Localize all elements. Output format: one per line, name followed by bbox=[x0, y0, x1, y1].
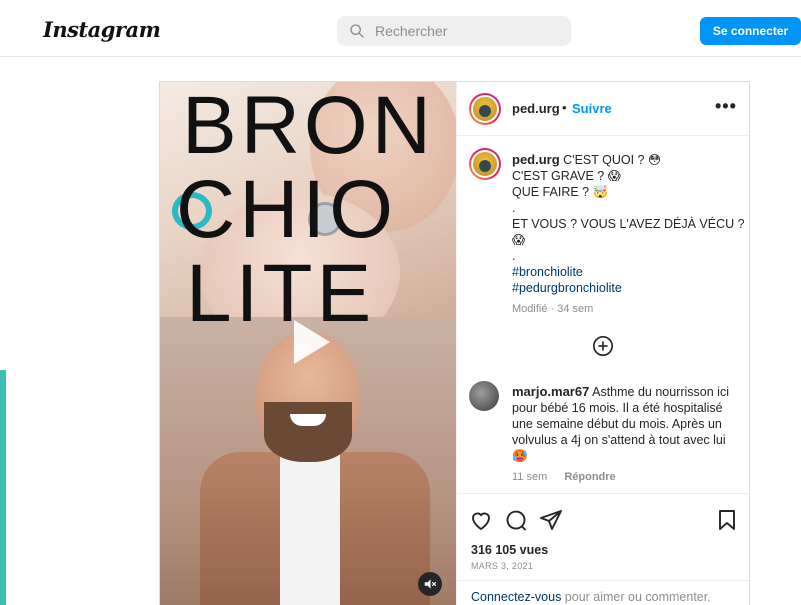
caption-timestamp: Modifié · 34 sem bbox=[512, 303, 594, 315]
login-prompt-text: pour aimer ou commenter. bbox=[561, 590, 711, 604]
caption-line: QUE FAIRE ? 🤯 bbox=[512, 185, 609, 199]
comment-meta: 11 sem Répondre bbox=[512, 471, 630, 483]
caption-username[interactable]: ped.urg bbox=[512, 152, 560, 167]
post-date: MARS 3, 2021 bbox=[471, 561, 534, 571]
search-icon bbox=[350, 24, 364, 38]
search-input[interactable] bbox=[375, 23, 555, 39]
hashtag-link[interactable]: #pedurgbronchiolite bbox=[512, 280, 740, 296]
comment-text: marjo.mar67 Asthme du nourrisson ici pou… bbox=[512, 384, 742, 464]
separator-dot: • bbox=[562, 100, 567, 115]
more-options-icon[interactable]: ••• bbox=[715, 96, 737, 117]
comment-line: Asthme du nourrisson ici bbox=[592, 385, 729, 399]
login-button[interactable]: Se connecter bbox=[700, 17, 801, 45]
bookmark-icon[interactable] bbox=[715, 508, 739, 532]
hashtag-link[interactable]: #bronchiolite bbox=[512, 264, 740, 280]
view-count: 316 105 vues bbox=[471, 543, 549, 557]
post-header: ped.urg • Suivre ••• bbox=[457, 82, 751, 136]
caption-author-avatar[interactable] bbox=[469, 148, 501, 180]
play-icon[interactable] bbox=[280, 314, 336, 370]
video-title-line: CHIO bbox=[176, 164, 397, 255]
video-title-line: BRON bbox=[182, 82, 435, 171]
comment-line: une semaine début du mois. Après un bbox=[512, 417, 722, 431]
mute-icon[interactable] bbox=[418, 572, 442, 596]
comment-line: 🥵 bbox=[512, 449, 528, 463]
commenter-avatar[interactable] bbox=[469, 381, 499, 411]
post-side-panel: ped.urg • Suivre ••• ped.urg C'EST QUOI … bbox=[456, 82, 751, 605]
post-actions bbox=[457, 493, 751, 545]
login-prompt: Connectez-vous pour aimer ou commenter. bbox=[457, 580, 751, 605]
reply-button[interactable]: Répondre bbox=[564, 471, 615, 483]
caption-line: . bbox=[512, 201, 516, 215]
commenter-username[interactable]: marjo.mar67 bbox=[512, 384, 589, 399]
caption-line: C'EST GRAVE ? 😱 bbox=[512, 169, 621, 183]
login-link[interactable]: Connectez-vous bbox=[471, 590, 561, 604]
instagram-logo[interactable]: Instagram bbox=[43, 17, 161, 42]
heart-icon[interactable] bbox=[469, 508, 493, 532]
author-username[interactable]: ped.urg bbox=[512, 101, 560, 116]
comment-line: pour bébé 16 mois. Il a été hospitalisé bbox=[512, 401, 723, 415]
author-avatar[interactable] bbox=[469, 93, 501, 125]
left-accent-bar bbox=[0, 370, 6, 605]
comment-line: volvulus a 4j on s'attend à tout avec lu… bbox=[512, 433, 726, 447]
follow-button[interactable]: Suivre bbox=[572, 101, 612, 116]
caption-line: C'EST QUOI ? 😳 bbox=[563, 153, 662, 167]
caption-line: 😱 bbox=[512, 233, 526, 247]
post-video[interactable]: BRON CHIO LITE bbox=[160, 82, 456, 605]
comment-age: 11 sem bbox=[512, 471, 548, 483]
search-box[interactable] bbox=[337, 16, 571, 46]
top-nav: Instagram Se connecter bbox=[0, 0, 801, 57]
post-container: BRON CHIO LITE ped.urg • Suivre ••• ped.… bbox=[159, 81, 751, 605]
comment-icon[interactable] bbox=[504, 508, 528, 532]
post-caption: ped.urg C'EST QUOI ? 😳 C'EST GRAVE ? 😱 Q… bbox=[512, 152, 745, 317]
share-icon[interactable] bbox=[539, 508, 563, 532]
caption-line: . bbox=[512, 249, 516, 263]
caption-line: ET VOUS ? VOUS L'AVEZ DÉJÀ VÉCU ? bbox=[512, 217, 745, 231]
load-more-comments-icon[interactable] bbox=[592, 335, 614, 357]
